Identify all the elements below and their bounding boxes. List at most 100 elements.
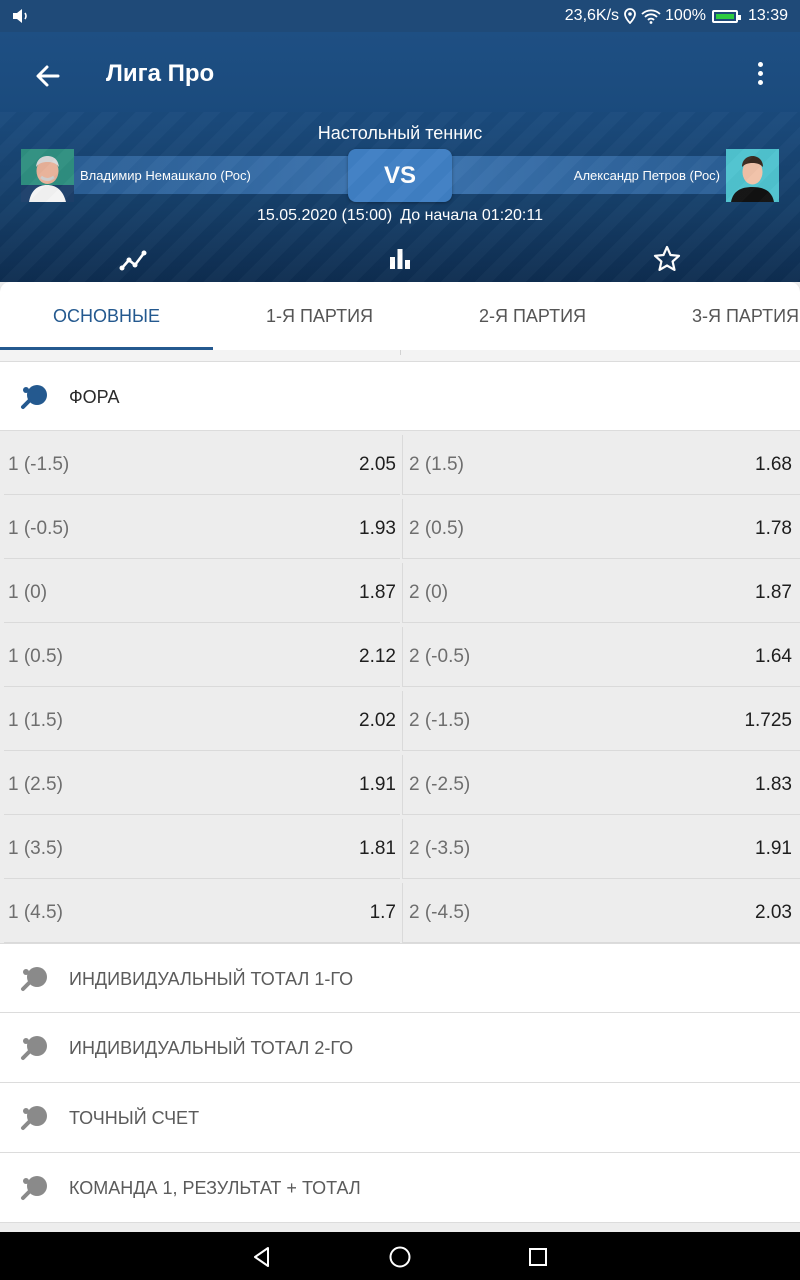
back-arrow-icon[interactable] (28, 56, 68, 96)
market-team1-result-total-header[interactable]: КОМАНДА 1, РЕЗУЛЬТАТ + ТОТАЛ (0, 1153, 800, 1223)
market-individual-total-1-header[interactable]: ИНДИВИДУАЛЬНЫЙ ТОТАЛ 1-ГО (0, 943, 800, 1013)
odds-cell-team2[interactable]: 2 (-0.5) 1.64 (402, 627, 800, 687)
team1-name: Владимир Немашкало (Рос) (80, 168, 251, 183)
team1-avatar (21, 149, 74, 202)
odds-label: 1 (3.5) (8, 837, 63, 859)
odds-value: 1.87 (755, 581, 792, 603)
wifi-icon (641, 9, 661, 24)
tab-set-2[interactable]: 2-Я ПАРТИЯ (426, 282, 639, 350)
odds-cell-team1[interactable]: 1 (-0.5) 1.93 (4, 499, 400, 559)
tab-set-1[interactable]: 1-Я ПАРТИЯ (213, 282, 426, 350)
odds-cell-team2[interactable]: 2 (-4.5) 2.03 (402, 883, 800, 943)
odds-value: 1.725 (744, 709, 792, 731)
odds-value: 2.05 (359, 453, 396, 475)
battery-icon (711, 9, 741, 23)
favorite-star-icon[interactable] (652, 244, 682, 274)
odds-cell-team2[interactable]: 2 (-2.5) 1.83 (402, 755, 800, 815)
odds-value: 1.83 (755, 773, 792, 795)
odds-value: 2.03 (755, 901, 792, 923)
odds-label: 2 (-1.5) (409, 709, 471, 731)
market-tabs: ОСНОВНЫЕ 1-Я ПАРТИЯ 2-Я ПАРТИЯ 3-Я ПАРТИ… (0, 282, 800, 350)
table-tennis-paddle-icon (21, 1176, 47, 1200)
system-navigation-bar (0, 1232, 800, 1280)
odds-label: 2 (1.5) (409, 453, 464, 475)
nav-home-icon[interactable] (387, 1244, 413, 1270)
odds-value: 2.12 (359, 645, 396, 667)
match-header: Лига Про Настольный теннис Владимир Нема… (0, 32, 800, 282)
table-tennis-paddle-icon (21, 385, 47, 409)
location-icon (624, 8, 636, 24)
trend-chart-icon[interactable] (118, 244, 148, 274)
odds-row: 1 (1.5) 2.02 2 (-1.5) 1.725 (0, 687, 800, 751)
odds-value: 1.64 (755, 645, 792, 667)
network-speed: 23,6K/s (564, 7, 620, 24)
odds-row: 1 (-0.5) 1.93 2 (0.5) 1.78 (0, 495, 800, 559)
odds-label: 1 (1.5) (8, 709, 63, 731)
market-individual-total-2-header[interactable]: ИНДИВИДУАЛЬНЫЙ ТОТАЛ 2-ГО (0, 1013, 800, 1083)
battery-percent: 100% (665, 7, 706, 24)
odds-label: 1 (4.5) (8, 901, 63, 923)
odds-cell-team2[interactable]: 2 (1.5) 1.68 (402, 435, 800, 495)
sport-label: Настольный теннис (317, 123, 483, 143)
odds-value: 1.7 (369, 901, 396, 923)
countdown: До начала 01:20:11 (400, 207, 543, 224)
odds-row: 1 (0) 1.87 2 (0) 1.87 (0, 559, 800, 623)
page-title: Лига Про (106, 60, 215, 87)
team2-name: Александр Петров (Рос) (573, 168, 720, 183)
odds-label: 1 (-0.5) (8, 517, 70, 539)
table-tennis-paddle-icon (21, 1106, 47, 1130)
odds-cell-team1[interactable]: 1 (2.5) 1.91 (4, 755, 400, 815)
market-handicap-header[interactable]: ФОРА (0, 361, 800, 431)
vs-badge: VS (348, 149, 452, 202)
odds-cell-team1[interactable]: 1 (-1.5) 2.05 (4, 435, 400, 495)
table-tennis-paddle-icon (21, 1036, 47, 1060)
volume-icon (13, 9, 27, 23)
odds-label: 2 (-3.5) (409, 837, 471, 859)
match-date: 15.05.2020 (15:00) (257, 207, 393, 224)
more-menu-icon[interactable] (750, 62, 770, 90)
odds-label: 1 (-1.5) (8, 453, 70, 475)
divider (0, 350, 800, 361)
table-tennis-paddle-icon (21, 967, 47, 991)
odds-label: 2 (0.5) (409, 517, 464, 539)
market-title: ИНДИВИДУАЛЬНЫЙ ТОТАЛ 1-ГО (69, 968, 354, 989)
statistics-icon[interactable] (385, 244, 415, 274)
tab-set-3[interactable]: 3-Я ПАРТИЯ (639, 282, 800, 350)
nav-recents-icon[interactable] (525, 1244, 551, 1270)
odds-label: 2 (-0.5) (409, 645, 471, 667)
market-title: ИНДИВИДУАЛЬНЫЙ ТОТАЛ 2-ГО (69, 1037, 354, 1058)
odds-cell-team1[interactable]: 1 (3.5) 1.81 (4, 819, 400, 879)
odds-cell-team2[interactable]: 2 (0) 1.87 (402, 563, 800, 623)
market-title: ТОЧНЫЙ СЧЕТ (69, 1107, 200, 1128)
team2-avatar (726, 149, 779, 202)
odds-value: 1.91 (359, 773, 396, 795)
odds-label: 2 (0) (409, 581, 449, 603)
odds-cell-team1[interactable]: 1 (0.5) 2.12 (4, 627, 400, 687)
odds-cell-team1[interactable]: 1 (4.5) 1.7 (4, 883, 400, 943)
odds-row: 1 (3.5) 1.81 2 (-3.5) 1.91 (0, 815, 800, 879)
odds-cell-team1[interactable]: 1 (1.5) 2.02 (4, 691, 400, 751)
odds-row: 1 (-1.5) 2.05 2 (1.5) 1.68 (0, 431, 800, 495)
odds-cell-team2[interactable]: 2 (-1.5) 1.725 (402, 691, 800, 751)
odds-label: 1 (0) (8, 581, 48, 603)
odds-row: 1 (0.5) 2.12 2 (-0.5) 1.64 (0, 623, 800, 687)
odds-row: 1 (2.5) 1.91 2 (-2.5) 1.83 (0, 751, 800, 815)
odds-value: 1.68 (755, 453, 792, 475)
match-datetime: 15.05.2020 (15:00) До начала 01:20:11 (0, 207, 800, 225)
odds-grid: 1 (-1.5) 2.05 2 (1.5) 1.68 1 (-0.5) 1.93 2 … (0, 431, 800, 943)
odds-value: 2.02 (359, 709, 396, 731)
nav-back-icon[interactable] (249, 1244, 275, 1270)
market-exact-score-header[interactable]: ТОЧНЫЙ СЧЕТ (0, 1083, 800, 1153)
odds-value: 1.78 (755, 517, 792, 539)
odds-value: 1.81 (359, 837, 396, 859)
odds-cell-team1[interactable]: 1 (0) 1.87 (4, 563, 400, 623)
market-title: КОМАНДА 1, РЕЗУЛЬТАТ + ТОТАЛ (69, 1177, 361, 1198)
odds-value: 1.87 (359, 581, 396, 603)
clock: 13:39 (747, 7, 788, 24)
odds-cell-team2[interactable]: 2 (-3.5) 1.91 (402, 819, 800, 879)
odds-label: 2 (-4.5) (409, 901, 471, 923)
odds-label: 2 (-2.5) (409, 773, 471, 795)
status-bar: 23,6K/s 100% 13:39 (0, 0, 800, 32)
odds-cell-team2[interactable]: 2 (0.5) 1.78 (402, 499, 800, 559)
tab-main[interactable]: ОСНОВНЫЕ (0, 282, 213, 350)
